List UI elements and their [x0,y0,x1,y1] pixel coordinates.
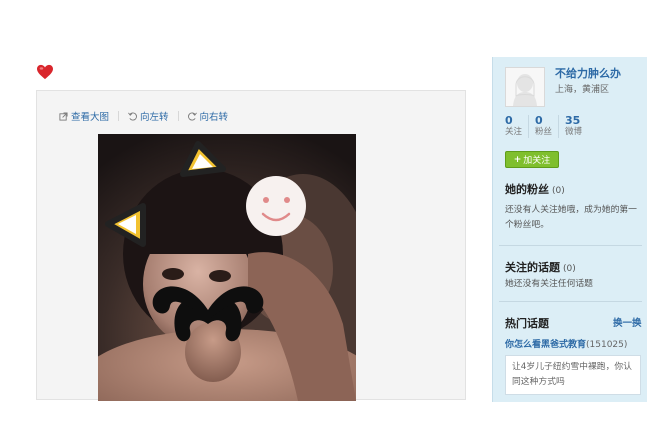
heart-icon [37,64,53,80]
stat-following[interactable]: 0 关注 [505,114,530,138]
profile-stats: 0 关注 0 粉丝 35 微博 [505,115,594,138]
toolbar-divider [118,111,120,121]
plus-icon: + [513,154,522,165]
fans-empty-text: 还没有人关注她哦，成为她的第一个粉丝吧。 [505,205,637,230]
topics-followed-section-title: 关注的话题 (0) [505,259,576,275]
stat-posts-label: 微博 [565,127,583,137]
rotate-right-button[interactable]: 向右转 [187,109,229,123]
rotate-right-icon [187,112,197,120]
stat-fans-label: 粉丝 [535,127,553,137]
follow-button-label: 加关注 [523,156,551,166]
topics-followed-empty-text: 她还没有关注任何话题 [505,279,593,289]
view-large-label: 查看大图 [71,112,110,123]
hot-topics-title: 热门话题 [505,317,549,330]
follow-button[interactable]: + 加关注 [505,151,559,168]
profile-sidebar: 不给力肿么办 上海，黄浦区 0 关注 0 粉丝 35 微博 + 加关注 她的粉丝… [492,57,647,402]
rotate-left-button[interactable]: 向左转 [128,109,169,123]
external-link-icon [59,111,68,121]
view-large-button[interactable]: 查看大图 [59,109,109,123]
topics-followed-count: (0) [563,264,576,274]
hot-topic-link[interactable]: 你怎么看黑爸式教育(151025) [505,337,627,350]
fans-title: 她的粉丝 [505,183,549,196]
toolbar-divider [177,111,179,121]
profile-location: 上海，黄浦区 [555,85,610,95]
hot-topic-count: (151025) [586,340,628,350]
rotate-right-label: 向右转 [199,112,229,123]
smiley-sticker [246,176,306,236]
stat-following-label: 关注 [505,127,523,137]
rotate-left-icon [128,112,137,120]
hot-topic-question[interactable]: 让4岁儿子纽约雪中裸跑，你认同这种方式吗 [505,355,641,395]
default-avatar-icon [506,68,544,106]
fans-count: (0) [552,186,565,196]
photo-toolbar: 查看大图 向左转 向右转 [59,109,228,123]
post-photo[interactable] [98,134,356,401]
topics-followed-title: 关注的话题 [505,261,560,274]
photo-panel: 查看大图 向左转 向右转 [36,90,466,401]
hot-topic-name: 你怎么看黑爸式教育 [505,340,587,350]
photo-image [98,134,356,401]
stat-following-count: 0 [505,114,513,127]
fans-section-title: 她的粉丝 (0) [505,181,565,197]
stat-posts-count: 35 [565,114,581,127]
section-divider [499,301,642,302]
profile-name[interactable]: 不给力肿么办 [555,65,621,81]
avatar[interactable] [505,67,545,107]
stat-fans-count: 0 [535,114,543,127]
stat-posts[interactable]: 35 微博 [565,115,588,138]
refresh-topics-link[interactable]: 换一换 [613,315,642,329]
stat-fans[interactable]: 0 粉丝 [535,114,560,138]
rotate-left-label: 向左转 [140,112,169,123]
section-divider [499,245,642,246]
